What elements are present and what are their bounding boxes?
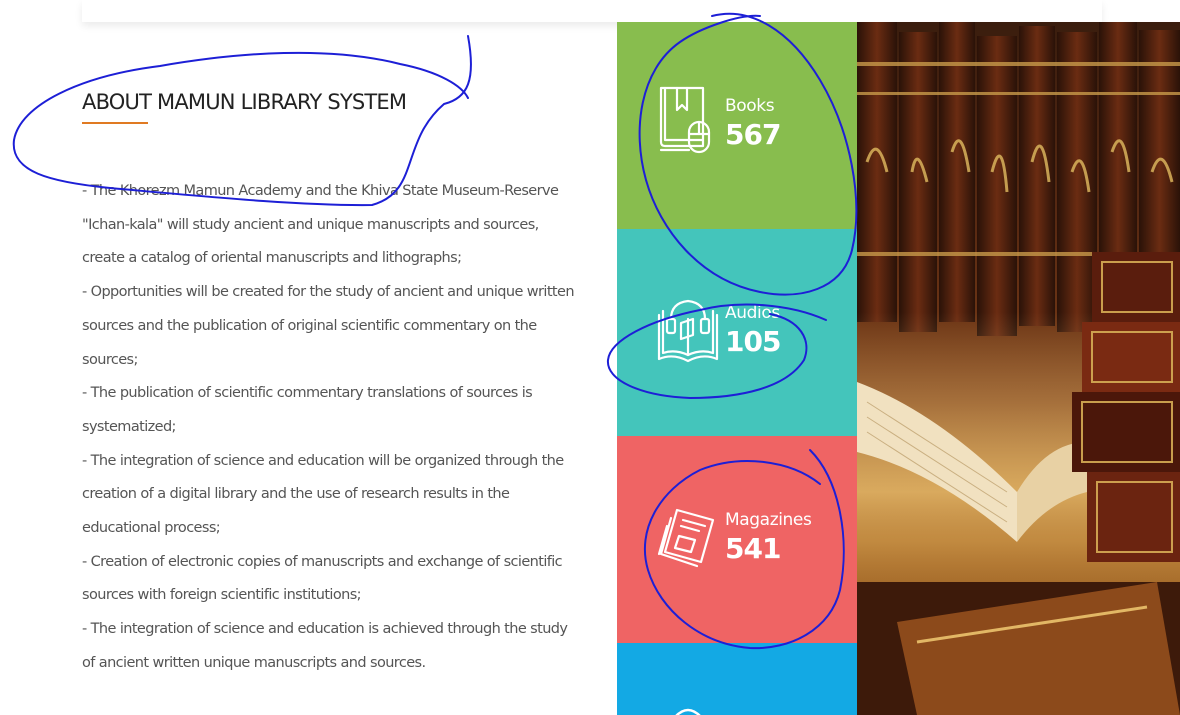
about-line: - The integration of science and educati… xyxy=(82,452,564,469)
about-section: ABOUT MAMUN LIBRARY SYSTEM - The Khorezm… xyxy=(82,90,602,681)
audio-book-icon xyxy=(657,299,719,363)
about-line: sources and the publication of original … xyxy=(82,317,537,334)
partial-icon xyxy=(675,708,701,715)
about-line: "Ichan-kala" will study ancient and uniq… xyxy=(82,216,539,233)
about-line: sources with foreign scientific institut… xyxy=(82,587,362,604)
stat-count: 567 xyxy=(725,118,781,151)
stat-label: Audios xyxy=(725,303,780,323)
stat-tile-audios[interactable]: Audios 105 xyxy=(617,229,857,436)
bookshelf-illustration xyxy=(857,22,1180,715)
about-line: creation of a digital library and the us… xyxy=(82,486,510,503)
about-line: systematized; xyxy=(82,418,176,435)
about-line: - The integration of science and educati… xyxy=(82,621,568,638)
stat-count: 105 xyxy=(725,325,781,358)
stat-tile-partial[interactable] xyxy=(617,643,857,715)
about-body: - The Khorezm Mamun Academy and the Khiv… xyxy=(82,175,602,681)
stat-label: Magazines xyxy=(725,510,812,530)
about-line: - The publication of scientific commenta… xyxy=(82,385,533,402)
stat-tile-magazines[interactable]: Magazines 541 xyxy=(617,436,857,643)
about-line: - Creation of electronic copies of manus… xyxy=(82,553,563,570)
book-icon xyxy=(659,86,711,154)
stat-label: Books xyxy=(725,96,775,116)
stat-count: 541 xyxy=(725,532,781,565)
stat-tile-books[interactable]: Books 567 xyxy=(617,22,857,229)
stats-column: Books 567 Audios 105 Magazines 541 xyxy=(617,22,857,715)
magazine-icon xyxy=(657,508,715,568)
about-line: - Opportunities will be created for the … xyxy=(82,284,575,301)
about-line: sources; xyxy=(82,351,138,368)
top-header-bar xyxy=(82,0,1102,22)
about-line: - The Khorezm Mamun Academy and the Khiv… xyxy=(82,183,559,199)
about-title: ABOUT MAMUN LIBRARY SYSTEM xyxy=(82,90,407,114)
library-books-photo xyxy=(857,22,1180,715)
title-underline xyxy=(82,122,148,124)
about-line: educational process; xyxy=(82,520,221,537)
about-line: create a catalog of oriental manuscripts… xyxy=(82,250,462,267)
about-line: of ancient written unique manuscripts an… xyxy=(82,654,426,671)
